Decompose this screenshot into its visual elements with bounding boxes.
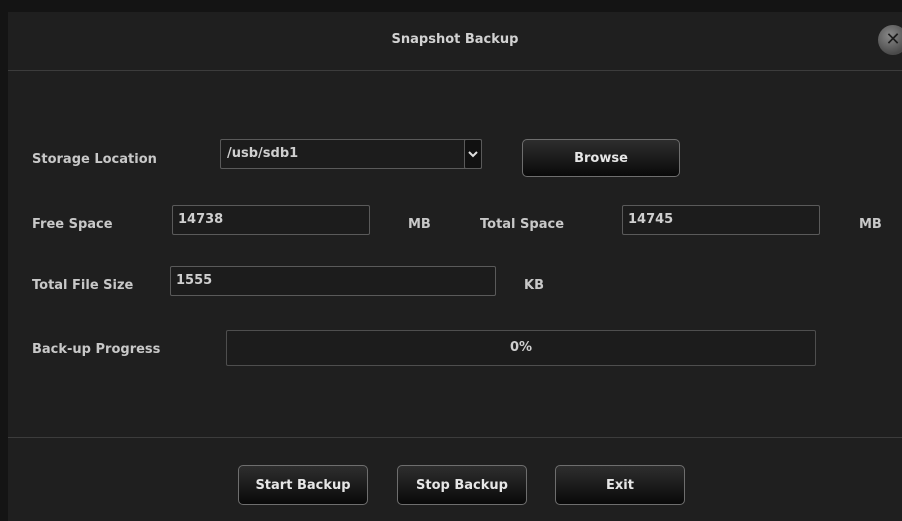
total-space-field: 14745	[622, 205, 820, 235]
footer-divider	[8, 437, 902, 438]
storage-location-value: /usb/sdb1	[227, 146, 299, 161]
close-icon: ✕	[885, 29, 901, 50]
close-button[interactable]: ✕	[878, 25, 902, 55]
browse-button[interactable]: Browse	[522, 139, 680, 177]
chevron-down-icon[interactable]	[464, 139, 482, 169]
total-file-size-field: 1555	[170, 266, 496, 296]
total-space-unit: MB	[859, 217, 882, 232]
free-space-field: 14738	[172, 205, 370, 235]
dialog-title: Snapshot Backup	[391, 32, 519, 47]
title-bar: Snapshot Backup ✕	[8, 12, 902, 71]
snapshot-backup-dialog: Snapshot Backup ✕ Storage Location /usb/…	[8, 12, 902, 521]
exit-button[interactable]: Exit	[555, 465, 685, 505]
free-space-unit: MB	[408, 217, 431, 232]
total-file-size-unit: KB	[524, 278, 544, 293]
start-backup-button[interactable]: Start Backup	[238, 465, 368, 505]
backup-progress-bar: 0%	[226, 330, 816, 366]
free-space-label: Free Space	[32, 217, 113, 232]
storage-location-label: Storage Location	[32, 152, 157, 167]
progress-percent: 0%	[509, 340, 533, 355]
total-file-size-label: Total File Size	[32, 278, 134, 293]
total-space-label: Total Space	[480, 217, 565, 232]
storage-location-select[interactable]: /usb/sdb1	[220, 139, 482, 169]
backup-progress-label: Back-up Progress	[32, 342, 161, 357]
stop-backup-button[interactable]: Stop Backup	[397, 465, 527, 505]
